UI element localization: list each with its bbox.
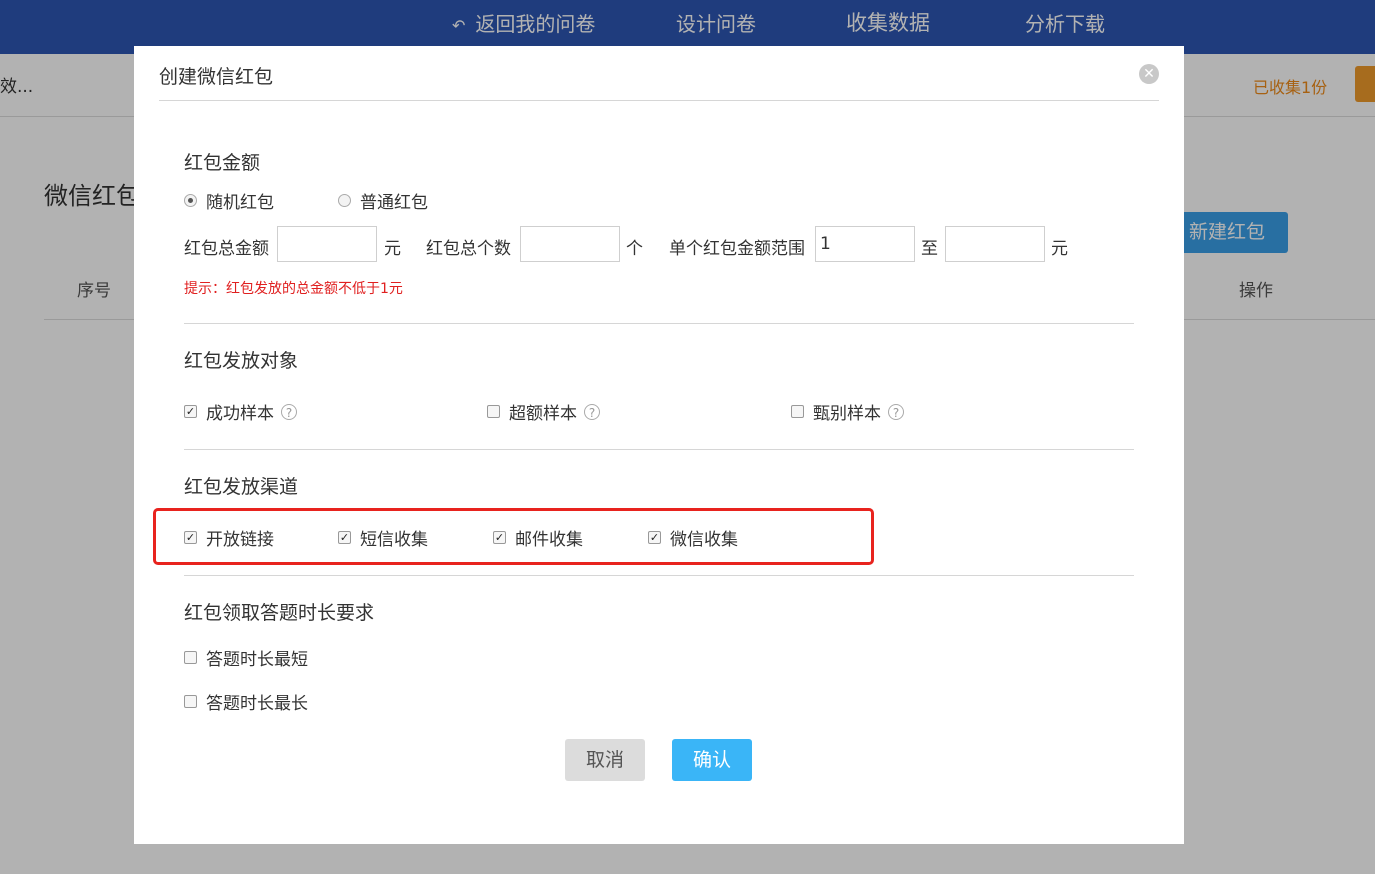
- amount-hint: 提示：红包发放的总金额不低于1元: [184, 281, 403, 297]
- yuan-unit-2: 元: [1051, 239, 1068, 259]
- section-title-amount: 红包金额: [184, 152, 261, 174]
- help-icon[interactable]: ?: [888, 403, 904, 420]
- checkbox-unchecked-icon[interactable]: [184, 695, 197, 708]
- range-max-input[interactable]: [945, 226, 1045, 262]
- radio-checked-icon[interactable]: [184, 194, 197, 207]
- checkbox-over-sample[interactable]: 超额样本?: [487, 399, 600, 424]
- section-title-duration: 红包领取答题时长要求: [184, 602, 375, 624]
- range-min-input[interactable]: [815, 226, 915, 262]
- total-amount-label: 红包总金额: [184, 239, 269, 259]
- close-icon[interactable]: ✕: [1139, 64, 1159, 84]
- highlight-annotation-box: [153, 508, 874, 565]
- over-sample-label: 超额样本: [509, 404, 577, 424]
- checkbox-longest-duration[interactable]: 答题时长最长: [184, 689, 308, 714]
- amount-range-label: 单个红包金额范围: [669, 239, 805, 259]
- yuan-unit: 元: [384, 239, 401, 259]
- checkbox-shortest-duration[interactable]: 答题时长最短: [184, 645, 308, 670]
- shortest-duration-label: 答题时长最短: [206, 650, 308, 670]
- section-title-target: 红包发放对象: [184, 350, 299, 372]
- section-divider: [184, 575, 1134, 576]
- dialog-header-divider: [159, 100, 1159, 101]
- radio-random-label: 随机红包: [206, 193, 274, 213]
- checkbox-screen-sample[interactable]: 甄别样本?: [791, 399, 904, 424]
- total-count-input[interactable]: [520, 226, 620, 262]
- longest-duration-label: 答题时长最长: [206, 694, 308, 714]
- total-count-label: 红包总个数: [426, 239, 511, 259]
- checkbox-success-sample[interactable]: ✓ 成功样本?: [184, 399, 297, 424]
- radio-random-packet[interactable]: 随机红包: [184, 188, 274, 213]
- total-amount-input[interactable]: [277, 226, 377, 262]
- count-unit: 个: [626, 239, 643, 259]
- radio-unchecked-icon[interactable]: [338, 194, 351, 207]
- radio-normal-label: 普通红包: [360, 193, 428, 213]
- section-title-channel: 红包发放渠道: [184, 476, 299, 498]
- checkbox-unchecked-icon[interactable]: [791, 405, 804, 418]
- radio-normal-packet[interactable]: 普通红包: [338, 188, 428, 213]
- help-icon[interactable]: ?: [281, 403, 297, 420]
- section-divider: [184, 449, 1134, 450]
- screen-sample-label: 甄别样本: [813, 404, 881, 424]
- cancel-button[interactable]: 取消: [565, 739, 645, 781]
- success-sample-label: 成功样本: [206, 404, 274, 424]
- help-icon[interactable]: ?: [584, 403, 600, 420]
- checkbox-unchecked-icon[interactable]: [184, 651, 197, 664]
- checkbox-checked-icon[interactable]: ✓: [184, 405, 197, 418]
- create-red-packet-dialog: 创建微信红包 ✕ 红包金额 随机红包 普通红包 红包总金额 元 红包总个数 个 …: [134, 46, 1184, 844]
- checkbox-unchecked-icon[interactable]: [487, 405, 500, 418]
- confirm-button[interactable]: 确认: [672, 739, 752, 781]
- range-to-label: 至: [921, 239, 938, 259]
- section-divider: [184, 323, 1134, 324]
- dialog-title: 创建微信红包: [159, 66, 274, 88]
